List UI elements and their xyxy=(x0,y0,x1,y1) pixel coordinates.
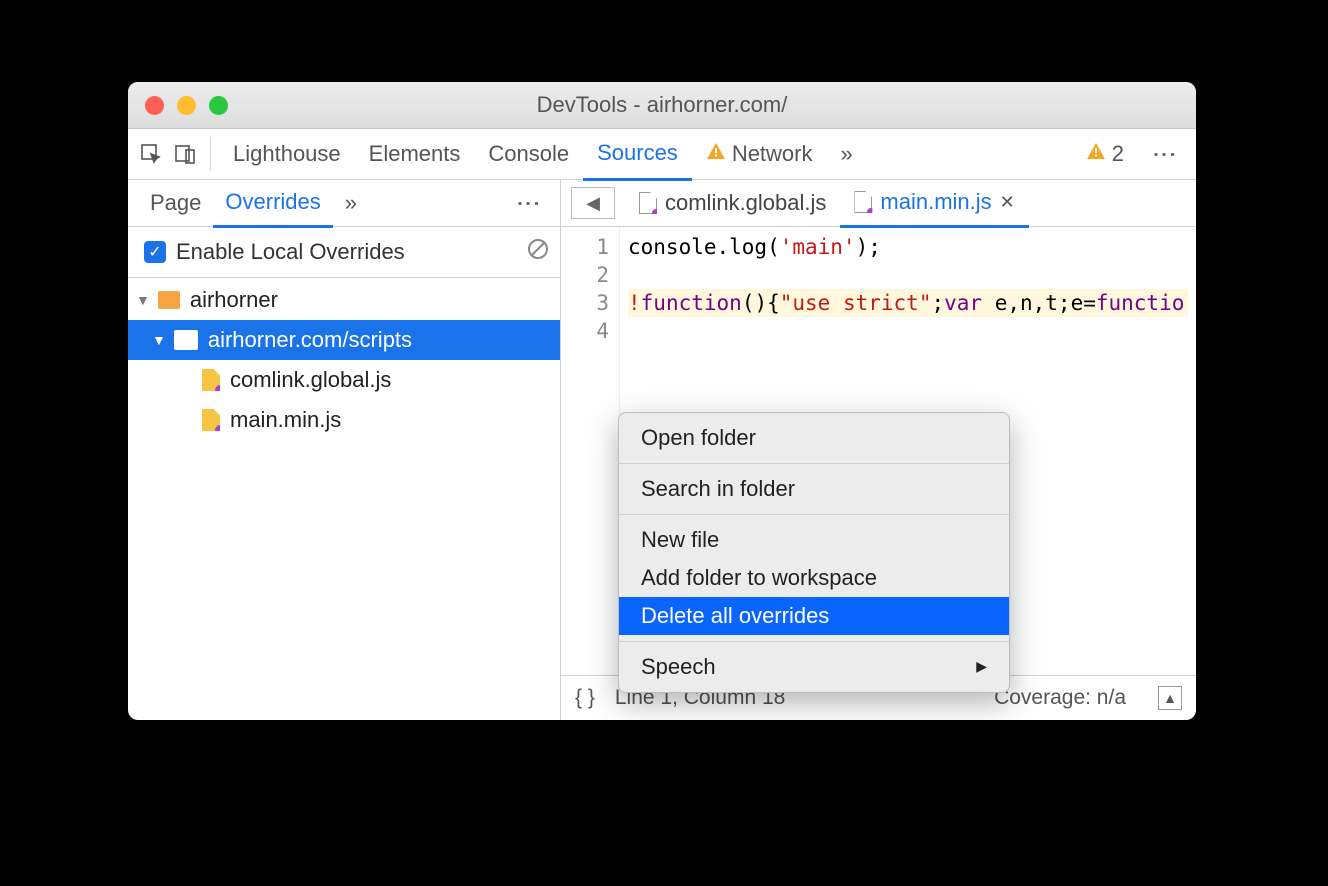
file-tree: ▼ airhorner ▼ airhorner.com/scripts coml… xyxy=(128,278,560,720)
close-tab-icon[interactable]: ✕ xyxy=(1000,192,1015,213)
overrides-toolbar: ✓ Enable Local Overrides xyxy=(128,227,560,278)
tree-folder-label: airhorner.com/scripts xyxy=(208,327,412,353)
coverage-status: Coverage: n/a xyxy=(994,686,1126,710)
expand-button[interactable]: ▲ xyxy=(1158,686,1182,710)
file-icon xyxy=(202,369,220,391)
navigate-back-button[interactable]: ◀ xyxy=(571,187,615,219)
file-icon xyxy=(202,409,220,431)
modified-dot-icon xyxy=(215,385,225,395)
file-tab-label: comlink.global.js xyxy=(665,190,826,216)
warning-icon xyxy=(1086,141,1106,167)
settings-menu-button[interactable]: ⋮ xyxy=(1150,128,1179,180)
tree-file[interactable]: comlink.global.js xyxy=(128,360,560,400)
file-tab-label: main.min.js xyxy=(880,189,991,215)
panel-tab-elements[interactable]: Elements xyxy=(355,129,475,179)
close-window-button[interactable] xyxy=(145,96,164,115)
clear-overrides-icon[interactable] xyxy=(526,237,550,268)
submenu-arrow-icon: ▶ xyxy=(976,658,987,675)
modified-dot-icon xyxy=(652,209,660,217)
file-icon xyxy=(639,192,657,214)
menu-separator xyxy=(619,463,1009,464)
tree-file-label: main.min.js xyxy=(230,407,341,433)
pretty-print-button[interactable]: { } xyxy=(575,686,595,710)
tree-file[interactable]: main.min.js xyxy=(128,400,560,440)
device-toolbar-icon[interactable] xyxy=(168,137,202,171)
context-menu: Open folder Search in folder New file Ad… xyxy=(618,412,1010,693)
warning-count: 2 xyxy=(1112,141,1124,167)
context-menu-item-open-folder[interactable]: Open folder xyxy=(619,419,1009,457)
file-tab-active[interactable]: main.min.js ✕ xyxy=(840,179,1028,228)
sidebar: Page Overrides » ⋮ ✓ Enable Local Overri… xyxy=(128,180,561,720)
enable-overrides-label: Enable Local Overrides xyxy=(176,239,405,265)
titlebar: DevTools - airhorner.com/ xyxy=(128,82,1196,129)
traffic-lights xyxy=(145,96,228,115)
tree-folder-label: airhorner xyxy=(190,287,278,313)
panel-tab-network-label: Network xyxy=(732,141,813,167)
more-navigator-tabs[interactable]: » xyxy=(333,180,369,226)
tree-folder-root[interactable]: ▼ airhorner xyxy=(128,280,560,320)
warning-icon xyxy=(706,141,726,167)
folder-icon xyxy=(174,330,198,350)
divider xyxy=(210,137,211,171)
menu-separator xyxy=(619,641,1009,642)
window-title: DevTools - airhorner.com/ xyxy=(128,92,1196,118)
tree-file-label: comlink.global.js xyxy=(230,367,391,393)
devtools-window: DevTools - airhorner.com/ Lighthouse Ele… xyxy=(128,82,1196,720)
enable-overrides-checkbox[interactable]: ✓ xyxy=(144,241,166,263)
minimize-window-button[interactable] xyxy=(177,96,196,115)
panel-tab-sources[interactable]: Sources xyxy=(583,128,692,181)
file-icon xyxy=(854,191,872,213)
inspect-element-icon[interactable] xyxy=(134,137,168,171)
file-tabs: ◀ comlink.global.js main.min.js ✕ xyxy=(561,180,1196,227)
context-menu-item-search-folder[interactable]: Search in folder xyxy=(619,470,1009,508)
context-menu-item-new-file[interactable]: New file xyxy=(619,521,1009,559)
navigator-tabs: Page Overrides » ⋮ xyxy=(128,180,560,227)
modified-dot-icon xyxy=(867,208,875,216)
file-tab[interactable]: comlink.global.js xyxy=(625,180,840,226)
context-menu-item-speech[interactable]: Speech ▶ xyxy=(619,648,1009,686)
context-menu-item-delete-overrides[interactable]: Delete all overrides xyxy=(619,597,1009,635)
panel-tab-console[interactable]: Console xyxy=(474,129,583,179)
line-numbers: 1 2 3 4 xyxy=(561,227,620,675)
disclosure-triangle-icon[interactable]: ▼ xyxy=(152,332,166,348)
menu-separator xyxy=(619,514,1009,515)
zoom-window-button[interactable] xyxy=(209,96,228,115)
main-panel-tabs: Lighthouse Elements Console Sources Netw… xyxy=(128,129,1196,180)
folder-icon xyxy=(158,291,180,309)
panel-tab-network[interactable]: Network xyxy=(692,129,827,179)
navigator-tab-overrides[interactable]: Overrides xyxy=(213,179,332,228)
disclosure-triangle-icon[interactable]: ▼ xyxy=(136,292,150,308)
more-panels-button[interactable]: » xyxy=(827,129,867,179)
warnings-counter[interactable]: 2 xyxy=(1072,129,1138,179)
tree-folder-scripts[interactable]: ▼ airhorner.com/scripts xyxy=(128,320,560,360)
navigator-tab-page[interactable]: Page xyxy=(138,180,213,226)
panel-tab-lighthouse[interactable]: Lighthouse xyxy=(219,129,355,179)
navigator-menu-button[interactable]: ⋮ xyxy=(514,177,543,229)
context-menu-item-add-workspace[interactable]: Add folder to workspace xyxy=(619,559,1009,597)
modified-dot-icon xyxy=(215,425,225,435)
